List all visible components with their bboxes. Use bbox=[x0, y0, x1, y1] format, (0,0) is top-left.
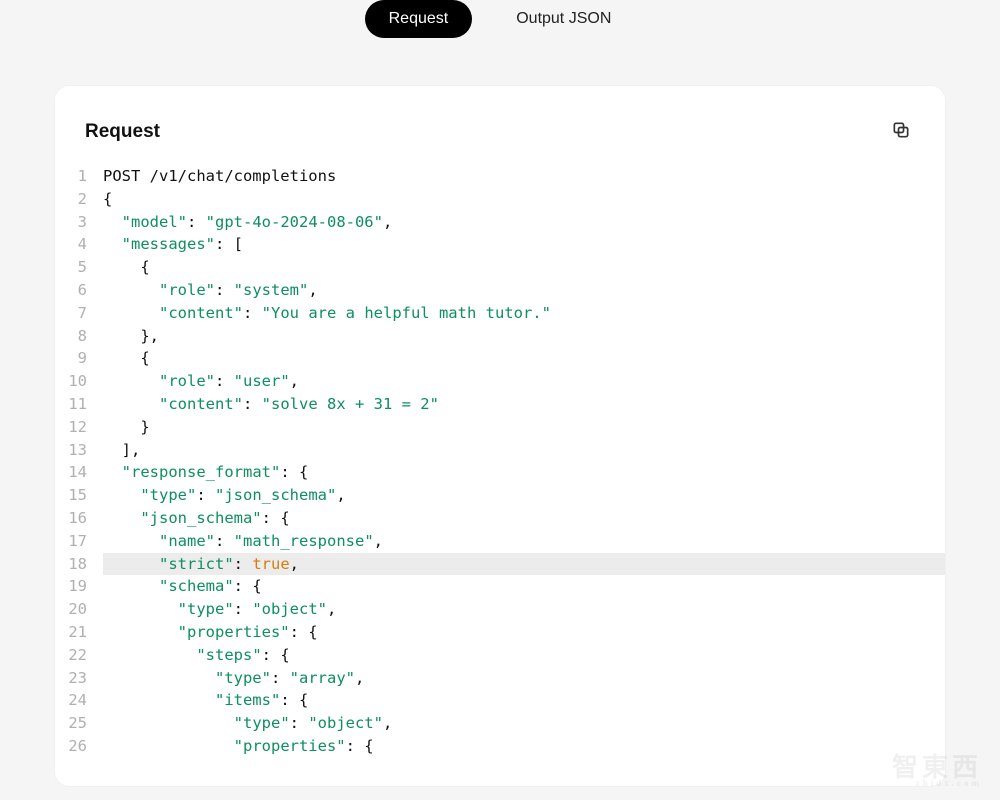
line-content: { bbox=[103, 256, 945, 279]
code-line: 14 "response_format": { bbox=[55, 461, 945, 484]
line-number: 14 bbox=[55, 461, 103, 484]
line-number: 16 bbox=[55, 507, 103, 530]
line-content: "name": "math_response", bbox=[103, 530, 945, 553]
code-line: 13 ], bbox=[55, 439, 945, 462]
line-number: 26 bbox=[55, 735, 103, 758]
line-number: 4 bbox=[55, 233, 103, 256]
line-content: "response_format": { bbox=[103, 461, 945, 484]
line-number: 25 bbox=[55, 712, 103, 735]
line-content: "items": { bbox=[103, 689, 945, 712]
line-number: 19 bbox=[55, 575, 103, 598]
line-content: "strict": true, bbox=[103, 553, 945, 576]
line-content: "content": "You are a helpful math tutor… bbox=[103, 302, 945, 325]
line-number: 1 bbox=[55, 165, 103, 188]
code-line: 2{ bbox=[55, 188, 945, 211]
line-number: 20 bbox=[55, 598, 103, 621]
line-number: 2 bbox=[55, 188, 103, 211]
code-line: 17 "name": "math_response", bbox=[55, 530, 945, 553]
copy-icon bbox=[891, 128, 911, 143]
line-content: "properties": { bbox=[103, 735, 945, 758]
code-line: 22 "steps": { bbox=[55, 644, 945, 667]
line-number: 15 bbox=[55, 484, 103, 507]
line-number: 21 bbox=[55, 621, 103, 644]
line-content: "steps": { bbox=[103, 644, 945, 667]
line-content: "content": "solve 8x + 31 = 2" bbox=[103, 393, 945, 416]
line-number: 22 bbox=[55, 644, 103, 667]
line-number: 8 bbox=[55, 325, 103, 348]
panel-title: Request bbox=[85, 121, 160, 143]
code-line: 11 "content": "solve 8x + 31 = 2" bbox=[55, 393, 945, 416]
code-line: 10 "role": "user", bbox=[55, 370, 945, 393]
code-line: 23 "type": "array", bbox=[55, 667, 945, 690]
line-content: }, bbox=[103, 325, 945, 348]
line-content: } bbox=[103, 416, 945, 439]
code-line: 20 "type": "object", bbox=[55, 598, 945, 621]
code-line: 25 "type": "object", bbox=[55, 712, 945, 735]
line-number: 23 bbox=[55, 667, 103, 690]
code-line: 8 }, bbox=[55, 325, 945, 348]
code-line: 5 { bbox=[55, 256, 945, 279]
line-number: 10 bbox=[55, 370, 103, 393]
code-line: 7 "content": "You are a helpful math tut… bbox=[55, 302, 945, 325]
code-line: 9 { bbox=[55, 347, 945, 370]
tab-output-json[interactable]: Output JSON bbox=[492, 0, 635, 38]
line-content: "json_schema": { bbox=[103, 507, 945, 530]
line-content: "properties": { bbox=[103, 621, 945, 644]
line-content: POST /v1/chat/completions bbox=[103, 165, 945, 188]
copy-button[interactable] bbox=[887, 116, 915, 147]
line-content: ], bbox=[103, 439, 945, 462]
line-number: 24 bbox=[55, 689, 103, 712]
code-line: 26 "properties": { bbox=[55, 735, 945, 758]
code-line: 15 "type": "json_schema", bbox=[55, 484, 945, 507]
code-line: 19 "schema": { bbox=[55, 575, 945, 598]
line-content: "type": "object", bbox=[103, 712, 945, 735]
line-number: 18 bbox=[55, 553, 103, 576]
line-content: "type": "json_schema", bbox=[103, 484, 945, 507]
panel-header: Request bbox=[55, 116, 945, 165]
request-panel: Request 1POST /v1/chat/completions2{3 "m… bbox=[55, 86, 945, 786]
line-number: 6 bbox=[55, 279, 103, 302]
line-number: 3 bbox=[55, 211, 103, 234]
line-content: "type": "object", bbox=[103, 598, 945, 621]
code-line: 3 "model": "gpt-4o-2024-08-06", bbox=[55, 211, 945, 234]
line-content: "model": "gpt-4o-2024-08-06", bbox=[103, 211, 945, 234]
code-line: 6 "role": "system", bbox=[55, 279, 945, 302]
line-number: 17 bbox=[55, 530, 103, 553]
tab-request[interactable]: Request bbox=[365, 0, 473, 38]
line-number: 13 bbox=[55, 439, 103, 462]
line-content: "role": "user", bbox=[103, 370, 945, 393]
line-content: "type": "array", bbox=[103, 667, 945, 690]
code-line: 12 } bbox=[55, 416, 945, 439]
line-number: 5 bbox=[55, 256, 103, 279]
code-line: 18 "strict": true, bbox=[55, 553, 945, 576]
code-line: 1POST /v1/chat/completions bbox=[55, 165, 945, 188]
line-number: 11 bbox=[55, 393, 103, 416]
code-scroll-area[interactable]: 1POST /v1/chat/completions2{3 "model": "… bbox=[55, 165, 945, 786]
line-content: { bbox=[103, 188, 945, 211]
line-number: 7 bbox=[55, 302, 103, 325]
line-content: "schema": { bbox=[103, 575, 945, 598]
line-number: 12 bbox=[55, 416, 103, 439]
line-content: "messages": [ bbox=[103, 233, 945, 256]
line-number: 9 bbox=[55, 347, 103, 370]
line-content: { bbox=[103, 347, 945, 370]
code-line: 21 "properties": { bbox=[55, 621, 945, 644]
line-content: "role": "system", bbox=[103, 279, 945, 302]
code-line: 16 "json_schema": { bbox=[55, 507, 945, 530]
code-line: 4 "messages": [ bbox=[55, 233, 945, 256]
tab-bar: Request Output JSON bbox=[0, 0, 1000, 56]
code-line: 24 "items": { bbox=[55, 689, 945, 712]
